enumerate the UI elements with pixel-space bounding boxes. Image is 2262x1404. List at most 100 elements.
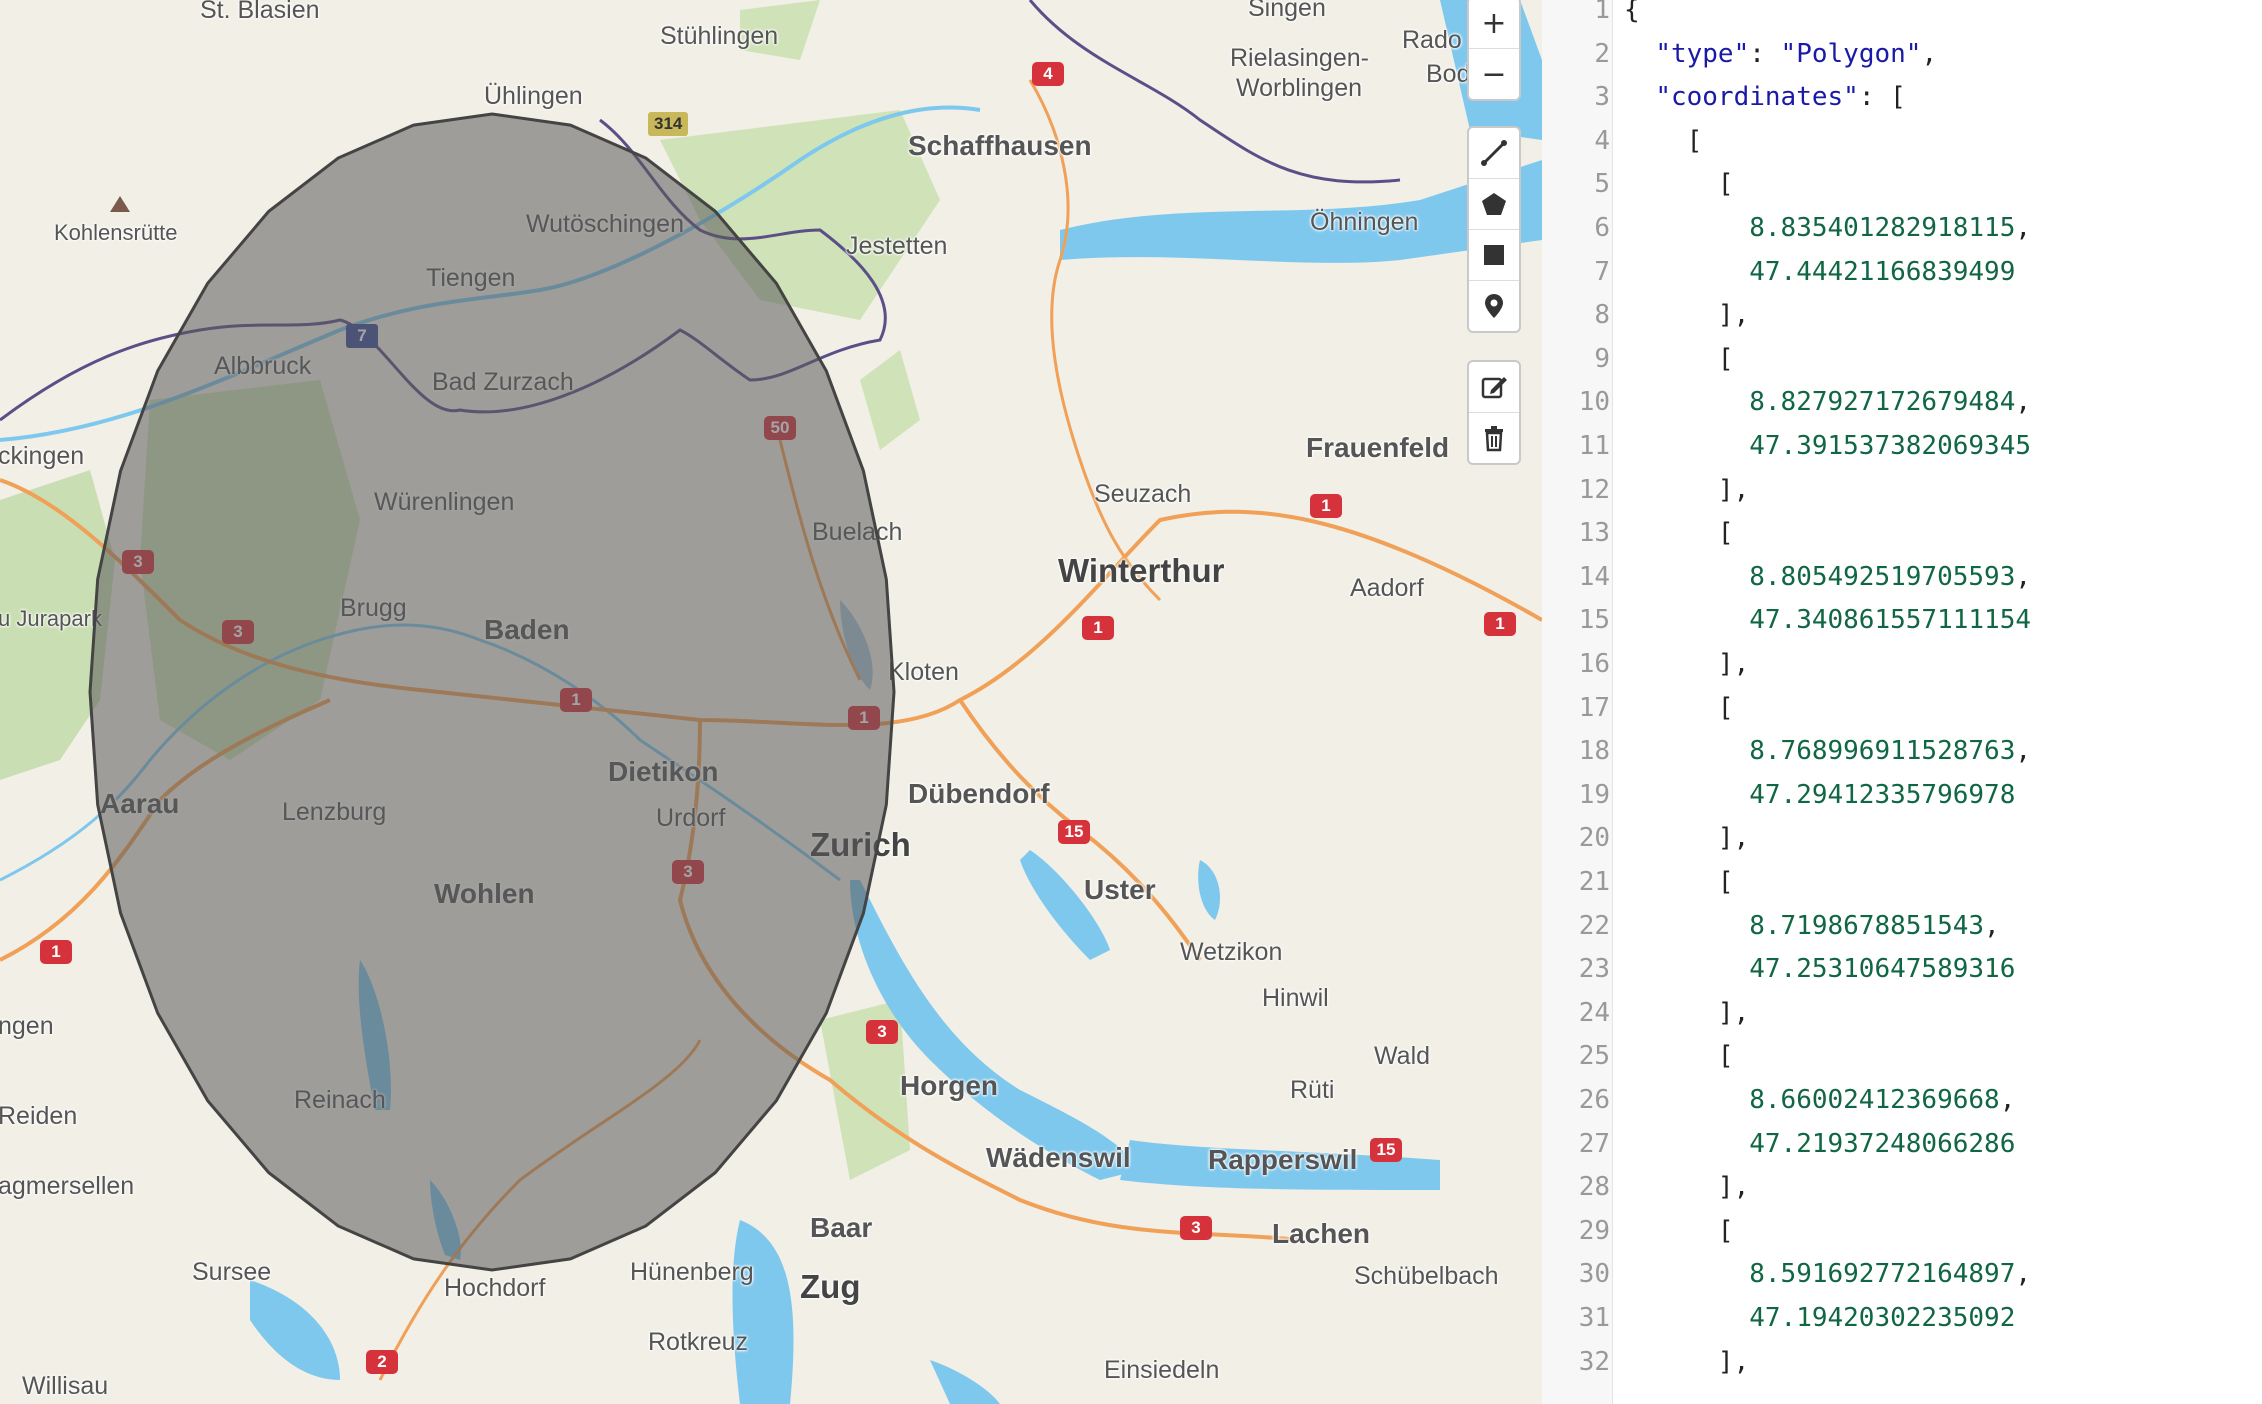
delete-layers-button[interactable]	[1469, 413, 1519, 463]
code-line[interactable]: 32 ],	[1542, 1340, 2262, 1384]
code-line[interactable]: 21 [	[1542, 860, 2262, 904]
code-text: [	[1624, 337, 1734, 381]
code-line[interactable]: 4 [	[1542, 119, 2262, 163]
code-token: 8.66002412369668	[1749, 1085, 2000, 1115]
line-number: 14	[1578, 561, 1610, 592]
place-label-einsiedeln: Einsiedeln	[1104, 1356, 1220, 1384]
line-number: 6	[1594, 213, 1610, 243]
code-line[interactable]: 9 [	[1542, 337, 2262, 381]
line-number: 28	[1578, 1172, 1610, 1203]
geojson-editor[interactable]: 1{2 "type": "Polygon", 3 "coordinates": […	[1542, 0, 2262, 1404]
code-text: [	[1624, 1209, 1734, 1253]
place-label-aadorf: Aadorf	[1350, 574, 1424, 602]
code-line[interactable]: 2 "type": "Polygon",	[1542, 32, 2262, 76]
code-line[interactable]: 10 8.827927172679484,	[1542, 380, 2262, 424]
code-line[interactable]: 16 ],	[1542, 642, 2262, 686]
draw-rectangle-button[interactable]	[1469, 230, 1519, 281]
draw-polygon-button[interactable]	[1469, 179, 1519, 230]
code-line[interactable]: 20 ],	[1542, 816, 2262, 860]
place-label-worblingen: Worblingen	[1236, 74, 1363, 102]
code-line[interactable]: 15 47.340861557111154	[1542, 598, 2262, 642]
code-token: 47.44421166839499	[1749, 256, 2016, 287]
code-line[interactable]: 1{	[1542, 0, 2262, 32]
place-label-bad-zurzach: Bad Zurzach	[432, 368, 574, 396]
draw-marker-button[interactable]	[1469, 281, 1519, 331]
code-line[interactable]: 28 ],	[1542, 1165, 2262, 1209]
edit-layers-button[interactable]	[1469, 362, 1519, 413]
code-line[interactable]: 24 ],	[1542, 991, 2262, 1035]
code-line[interactable]: 29 [	[1542, 1209, 2262, 1253]
code-line[interactable]: 30 8.591692772164897,	[1542, 1252, 2262, 1296]
code-text: 47.25310647589316	[1624, 947, 2015, 991]
code-line[interactable]: 25 [	[1542, 1034, 2262, 1078]
road-shield-1a: 1	[1310, 494, 1342, 518]
code-line[interactable]: 23 47.25310647589316	[1542, 947, 2262, 991]
code-line[interactable]: 5 [	[1542, 162, 2262, 206]
place-label-ckingen: ckingen	[0, 442, 85, 470]
code-token: ,	[1984, 910, 2000, 941]
code-token: "type"	[1655, 38, 1750, 69]
zoom-in-button[interactable]: +	[1469, 0, 1519, 49]
line-number: 21	[1578, 867, 1610, 897]
zoom-out-button[interactable]: −	[1469, 49, 1519, 99]
plus-icon: +	[1481, 5, 1507, 41]
code-line[interactable]: 14 8.805492519705593,	[1542, 555, 2262, 599]
code-token: 8.768996911528763	[1749, 736, 2016, 767]
code-text: 8.805492519705593,	[1624, 555, 2031, 599]
code-line[interactable]: 7 47.44421166839499	[1542, 250, 2262, 294]
line-number: 3	[1594, 82, 1610, 113]
edit-icon	[1481, 377, 1507, 399]
road-shield-7: 7	[346, 324, 378, 348]
line-number: 2	[1594, 38, 1610, 69]
code-line[interactable]: 19 47.29412335796978	[1542, 773, 2262, 817]
line-number: 15	[1578, 605, 1610, 636]
code-text: 8.66002412369668,	[1624, 1078, 2015, 1122]
code-token: [	[1624, 867, 1734, 897]
code-line[interactable]: 17 [	[1542, 686, 2262, 730]
code-token: ,	[2015, 561, 2031, 592]
line-number: 12	[1578, 474, 1610, 505]
code-text: 47.19420302235092	[1624, 1296, 2015, 1340]
code-line[interactable]: 8 ],	[1542, 293, 2262, 337]
road-shield-3b: 3	[222, 620, 254, 644]
code-text: [	[1624, 119, 1703, 163]
draw-line-button[interactable]	[1469, 128, 1519, 179]
place-label-willisau: Willisau	[22, 1372, 109, 1400]
code-token: 47.25310647589316	[1749, 954, 2016, 985]
place-label-rielasingen: Rielasingen-	[1230, 44, 1369, 72]
code-line[interactable]: 27 47.21937248066286	[1542, 1122, 2262, 1166]
map-view[interactable]: St. Blasien Stühlingen Singen Rado Bod Ühling…	[0, 0, 1542, 1404]
code-text: 47.29412335796978	[1624, 773, 2015, 817]
code-token: ,	[2015, 1259, 2031, 1290]
place-label-sursee: Sursee	[192, 1258, 272, 1286]
road-shield-3c: 3	[672, 860, 704, 884]
code-line[interactable]: 26 8.66002412369668,	[1542, 1078, 2262, 1122]
code-text: 8.591692772164897,	[1624, 1252, 2031, 1296]
road-shield-4: 4	[1032, 62, 1064, 86]
road-shield-1f: 1	[40, 940, 72, 964]
code-token: ],	[1624, 1172, 1750, 1203]
place-label-urdorf: Urdorf	[656, 804, 726, 832]
place-label-jestetten: Jestetten	[846, 232, 948, 260]
place-label-oehningen: Öhningen	[1310, 208, 1419, 236]
code-line[interactable]: 3 "coordinates": [	[1542, 75, 2262, 119]
line-number: 27	[1578, 1128, 1610, 1159]
code-line[interactable]: 13 [	[1542, 511, 2262, 555]
place-label-wutoeschingen: Wutöschingen	[526, 210, 684, 238]
place-label-buelach: Buelach	[812, 518, 903, 546]
code-line[interactable]: 22 8.7198678851543,	[1542, 904, 2262, 948]
code-text: [	[1624, 860, 1734, 904]
code-line[interactable]: 18 8.768996911528763,	[1542, 729, 2262, 773]
code-line[interactable]: 11 47.391537382069345	[1542, 424, 2262, 468]
code-line[interactable]: 31 47.19420302235092	[1542, 1296, 2262, 1340]
code-line[interactable]: 12 ],	[1542, 468, 2262, 512]
place-label-singen: Singen	[1248, 0, 1326, 22]
place-label-hinwil: Hinwil	[1262, 984, 1329, 1012]
road-shield-3d: 3	[866, 1020, 898, 1044]
place-label-baden: Baden	[484, 614, 570, 645]
code-line[interactable]: 6 8.835401282918115,	[1542, 206, 2262, 250]
